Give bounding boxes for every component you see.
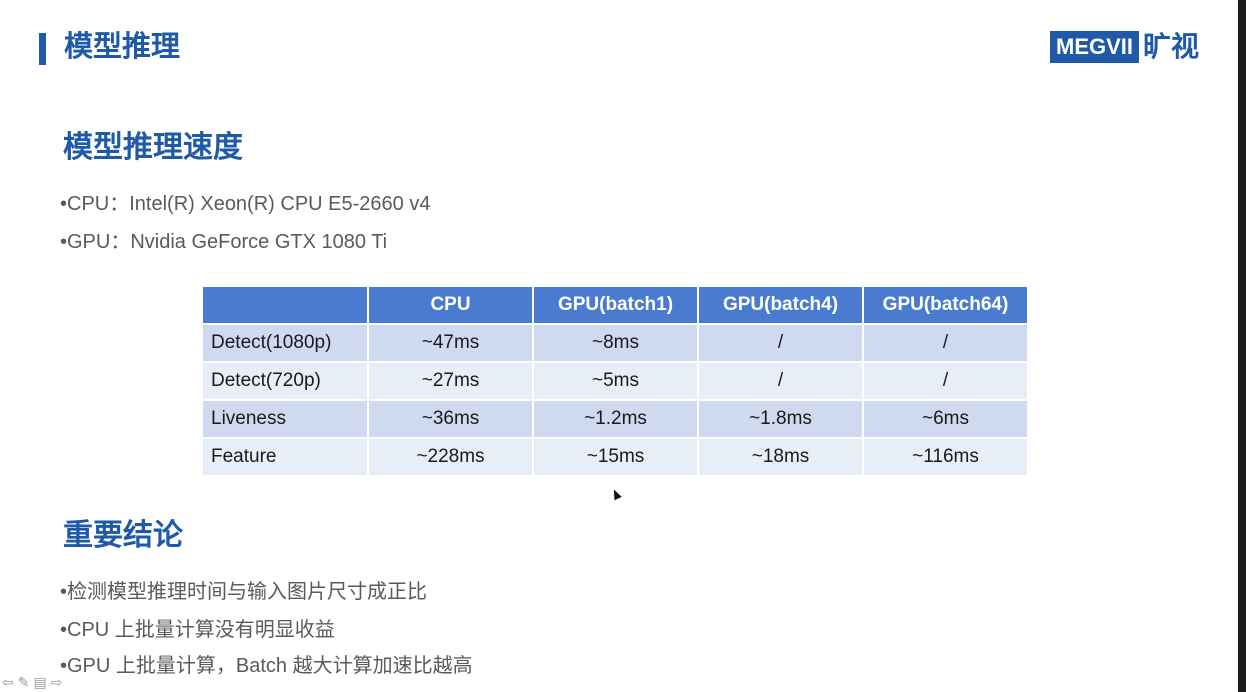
table-cell: ~36ms	[369, 401, 532, 437]
bullet-cpu: •CPU：Intel(R) Xeon(R) CPU E5-2660 v4	[60, 193, 431, 215]
table-header-cell: GPU(batch4)	[699, 287, 862, 323]
table-cell: ~27ms	[369, 363, 532, 399]
table-cell: /	[699, 363, 862, 399]
table-cell: ~1.8ms	[699, 401, 862, 437]
table-cell: ~1.2ms	[534, 401, 697, 437]
table-cell: ~15ms	[534, 439, 697, 475]
table-cell: /	[864, 325, 1027, 361]
table-cell: Detect(720p)	[203, 363, 367, 399]
pen-icon[interactable]: ✎	[18, 674, 30, 691]
table-header-cell: CPU	[369, 287, 532, 323]
table-row: Liveness ~36ms ~1.2ms ~1.8ms ~6ms	[203, 401, 1027, 437]
table-cell: Liveness	[203, 401, 367, 437]
logo-cn-text: 旷视	[1143, 31, 1200, 62]
table-header-cell: GPU(batch64)	[864, 287, 1027, 323]
table-header-row: CPU GPU(batch1) GPU(batch4) GPU(batch64)	[203, 287, 1027, 323]
menu-icon[interactable]: ▤	[33, 674, 46, 691]
table-header-cell	[203, 287, 367, 323]
next-slide-icon[interactable]: ⇨	[51, 674, 63, 691]
bullet-conclusion-3: •GPU 上批量计算，Batch 越大计算加速比越高	[60, 655, 473, 677]
table-cell: Feature	[203, 439, 367, 475]
title-accent-bar	[39, 33, 46, 65]
table-cell: ~6ms	[864, 401, 1027, 437]
bullet-conclusion-2: •CPU 上批量计算没有明显收益	[60, 619, 335, 641]
window-edge	[1238, 0, 1246, 692]
section-heading-speed: 模型推理速度	[63, 131, 243, 164]
table-cell: ~228ms	[369, 439, 532, 475]
table-row: Detect(720p) ~27ms ~5ms / /	[203, 363, 1027, 399]
slide-nav: ⇦ ✎ ▤ ⇨	[2, 674, 62, 691]
table-cell: /	[864, 363, 1027, 399]
speed-table: CPU GPU(batch1) GPU(batch4) GPU(batch64)…	[201, 285, 1029, 477]
table-cell: ~116ms	[864, 439, 1027, 475]
table-cell: Detect(1080p)	[203, 325, 367, 361]
logo-text: MEGVII	[1050, 31, 1140, 63]
page-title: 模型推理	[64, 31, 181, 63]
bullet-gpu: •GPU：Nvidia GeForce GTX 1080 Ti	[60, 231, 388, 253]
table-row: Feature ~228ms ~15ms ~18ms ~116ms	[203, 439, 1027, 475]
table-cell: ~47ms	[369, 325, 532, 361]
table-header-cell: GPU(batch1)	[534, 287, 697, 323]
section-heading-conclusion: 重要结论	[63, 519, 183, 552]
table-cell: ~5ms	[534, 363, 697, 399]
megvii-logo: MEGVII 旷视	[1050, 31, 1199, 63]
prev-slide-icon[interactable]: ⇦	[2, 674, 14, 691]
bullet-conclusion-1: •检测模型推理时间与输入图片尺寸成正比	[60, 581, 428, 603]
table-cell: /	[699, 325, 862, 361]
table-cell: ~8ms	[534, 325, 697, 361]
mouse-pointer-icon	[610, 487, 622, 501]
table-cell: ~18ms	[699, 439, 862, 475]
table-row: Detect(1080p) ~47ms ~8ms / /	[203, 325, 1027, 361]
